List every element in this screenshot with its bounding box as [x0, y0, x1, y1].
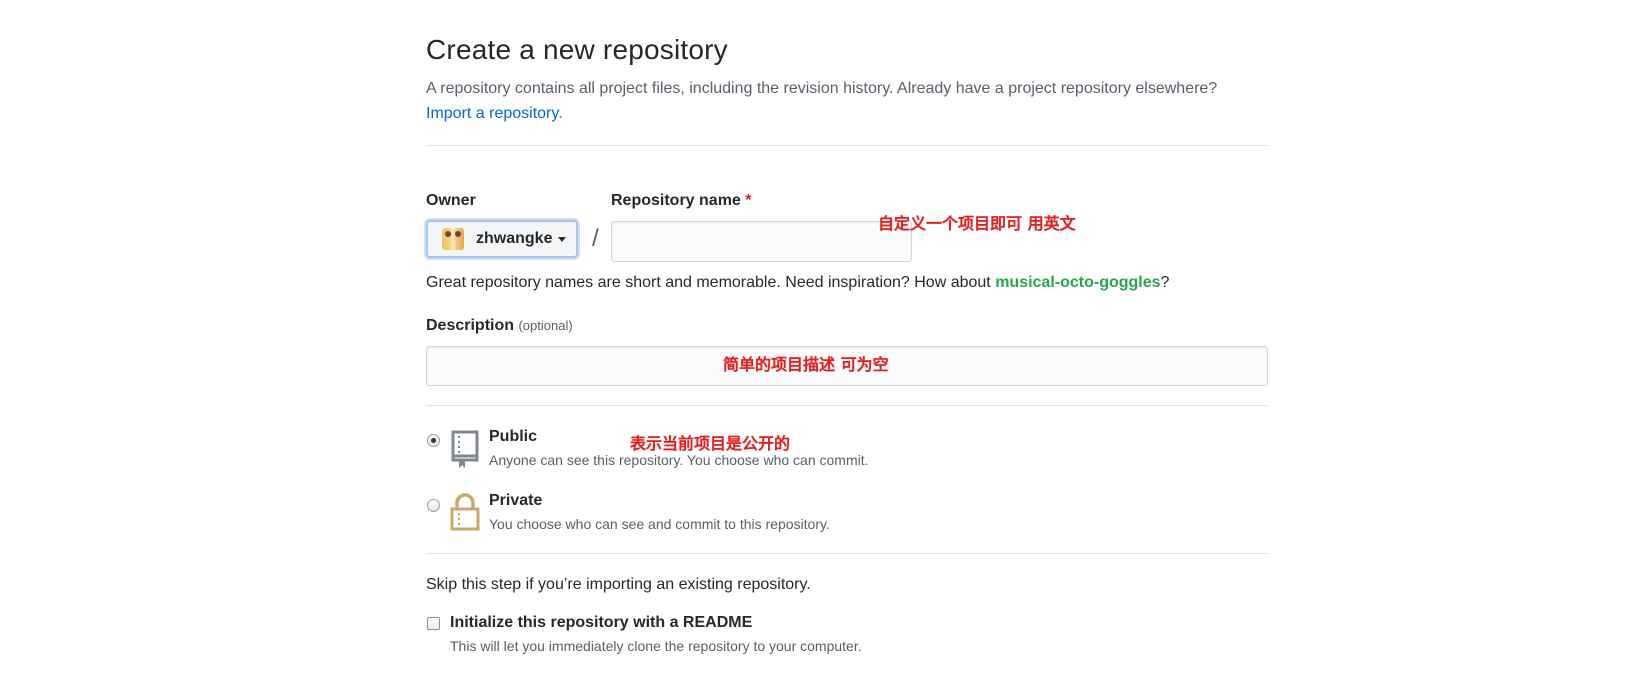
private-description: You choose who can see and commit to thi… [489, 516, 830, 532]
optional-marker: (optional) [518, 318, 573, 333]
import-repository-link[interactable]: Import a repository. [426, 105, 563, 122]
owner-repo-separator: / [592, 225, 599, 252]
repo-name-input[interactable] [611, 221, 912, 262]
repo-name-hint: Great repository names are short and mem… [426, 274, 1169, 292]
description-divider [426, 405, 1268, 406]
lock-icon [450, 493, 480, 531]
skip-step-text: Skip this step if you’re importing an ex… [426, 576, 811, 593]
suggested-name-link[interactable]: musical-octo-goggles [995, 274, 1160, 291]
avatar [442, 228, 464, 250]
public-annotation: 表示当前项目是公开的 [630, 434, 791, 453]
hint-suffix: ? [1160, 274, 1170, 291]
description-label: Description (optional) [426, 317, 573, 335]
visibility-divider [426, 553, 1268, 554]
required-marker: * [745, 192, 752, 209]
readme-description: This will let you immediately clone the … [450, 638, 862, 654]
page-subtitle: A repository contains all project files,… [426, 76, 1268, 126]
repo-book-icon [451, 430, 479, 468]
page-title: Create a new repository [426, 34, 728, 65]
private-radio[interactable] [427, 499, 440, 512]
subtitle-text: A repository contains all project files,… [426, 80, 1218, 97]
public-title: Public [489, 428, 538, 445]
chevron-down-icon [558, 236, 567, 242]
repo-name-label-text: Repository name [611, 192, 741, 209]
public-description: Anyone can see this repository. You choo… [489, 452, 869, 468]
owner-dropdown[interactable]: zhwangke [426, 220, 578, 258]
readme-label: Initialize this repository with a README [450, 614, 753, 631]
owner-label: Owner [426, 192, 476, 209]
hint-text: Great repository names are short and mem… [426, 274, 996, 291]
readme-checkbox[interactable] [427, 617, 440, 630]
public-radio[interactable] [427, 434, 440, 447]
description-label-text: Description [426, 317, 515, 334]
private-title: Private [489, 492, 543, 509]
description-input[interactable] [426, 346, 1268, 386]
repo-name-label: Repository name * [611, 192, 752, 210]
header-divider [426, 145, 1268, 146]
owner-name: zhwangke [476, 230, 553, 247]
